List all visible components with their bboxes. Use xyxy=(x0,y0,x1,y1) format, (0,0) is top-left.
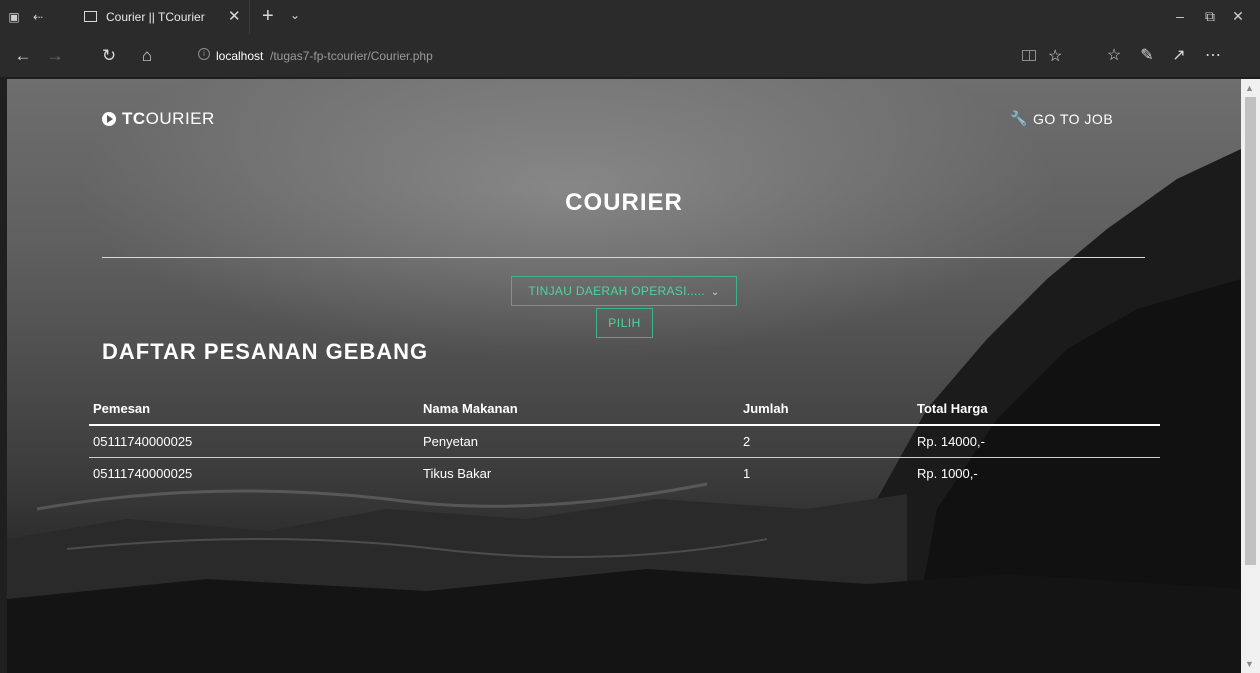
hero-background-image xyxy=(7,149,1241,673)
brand-rest: OURIER xyxy=(145,109,215,128)
home-icon[interactable]: ⌂ xyxy=(136,46,158,66)
cell-jumlah: 2 xyxy=(739,425,913,458)
divider xyxy=(102,257,1145,258)
close-tab-icon[interactable]: ✕ xyxy=(228,7,241,25)
cell-pemesan: 05111740000025 xyxy=(93,466,193,481)
tab-courier[interactable]: Courier || TCourier ✕ xyxy=(74,0,250,34)
cell-pemesan: 05111740000025 xyxy=(89,425,419,458)
tab-bar: ▣ ⇠ Courier || TCourier ✕ + ⌄ – ⧉ ✕ xyxy=(0,0,1260,34)
favorites-hub-icon[interactable]: ☆ xyxy=(1103,46,1125,66)
forward-icon[interactable]: → xyxy=(44,46,66,66)
set-tabs-aside-icon[interactable]: ⇠ xyxy=(30,9,46,25)
go-to-job-label: GO TO JOB xyxy=(1032,110,1114,127)
reading-view-icon[interactable] xyxy=(1022,50,1036,61)
choose-button[interactable]: PILIH xyxy=(596,308,653,338)
chevron-down-icon[interactable]: ⌄ xyxy=(290,8,300,22)
brand-bold: TC xyxy=(122,109,146,128)
page-viewport: TCOURIER 🔧 GO TO JOB COURIER TINJAU DAER… xyxy=(7,79,1241,673)
minimize-icon[interactable]: – xyxy=(1170,8,1190,24)
col-header-total-harga: Total Harga xyxy=(913,397,1160,426)
go-to-job-link[interactable]: 🔧 GO TO JOB xyxy=(1010,110,1113,127)
tab-title: Courier || TCourier xyxy=(106,10,205,24)
page-title: COURIER xyxy=(565,189,683,216)
brand-name: TCOURIER xyxy=(122,109,215,129)
address-bar[interactable]: i localhost /tugas7-fp-tcourier/Courier.… xyxy=(186,43,1082,69)
table-row: 05111740000025 Tikus Bakar 1 Rp. 1000,- xyxy=(89,458,1160,490)
cell-nama-makanan: Penyetan xyxy=(419,425,739,458)
play-circle-icon xyxy=(102,112,116,126)
tab-preview-icon[interactable]: ▣ xyxy=(6,9,22,25)
address-toolbar: ← → ↻ ⌂ i localhost /tugas7-fp-tcourier/… xyxy=(0,34,1260,78)
cell-jumlah: 1 xyxy=(743,466,751,481)
restore-icon[interactable]: ⧉ xyxy=(1200,8,1220,25)
refresh-icon[interactable]: ↻ xyxy=(98,46,120,66)
close-window-icon[interactable]: ✕ xyxy=(1228,8,1248,25)
section-title: DAFTAR PESANAN GEBANG xyxy=(102,339,429,364)
info-icon[interactable]: i xyxy=(198,48,210,60)
orders-table: Pemesan Nama Makanan Jumlah Total Harga … xyxy=(89,397,1160,489)
scroll-down-icon[interactable]: ▼ xyxy=(1245,659,1254,669)
new-tab-icon[interactable]: + xyxy=(262,5,274,28)
operation-area-select[interactable]: TINJAU DAERAH OPERASI..... ⌄ xyxy=(511,276,737,306)
col-header-pemesan: Pemesan xyxy=(89,397,419,426)
web-note-icon[interactable]: ✎ xyxy=(1136,46,1158,66)
chevron-down-icon: ⌄ xyxy=(710,287,720,298)
more-icon[interactable]: ⋯ xyxy=(1202,46,1224,66)
scroll-up-icon[interactable]: ▲ xyxy=(1245,83,1254,93)
cell-total-harga: Rp. 1000,- xyxy=(917,466,978,481)
col-header-jumlah: Jumlah xyxy=(739,397,913,426)
url-host: localhost xyxy=(216,49,264,63)
favorite-star-icon[interactable]: ☆ xyxy=(1048,46,1062,66)
cell-nama-makanan: Tikus Bakar xyxy=(423,466,492,481)
url-path: /tugas7-fp-tcourier/Courier.php xyxy=(270,49,433,63)
share-icon[interactable]: ↗ xyxy=(1168,46,1190,66)
table-row: 05111740000025 Penyetan 2 Rp. 14000,- xyxy=(89,425,1160,458)
col-header-nama-makanan: Nama Makanan xyxy=(419,397,739,426)
brand-logo[interactable]: TCOURIER xyxy=(102,109,215,129)
table-header-row: Pemesan Nama Makanan Jumlah Total Harga xyxy=(89,397,1160,426)
vertical-scrollbar[interactable]: ▲ ▼ xyxy=(1241,79,1260,673)
page-icon xyxy=(84,11,97,22)
wrench-icon: 🔧 xyxy=(1010,110,1028,126)
back-icon[interactable]: ← xyxy=(12,46,34,66)
scroll-thumb[interactable] xyxy=(1245,97,1256,565)
operation-area-select-value: TINJAU DAERAH OPERASI..... xyxy=(528,284,705,298)
cell-total-harga: Rp. 14000,- xyxy=(913,425,1160,458)
